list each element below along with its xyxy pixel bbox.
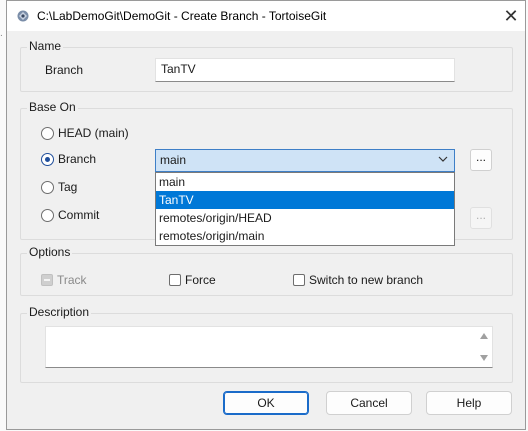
dropdown-item-tantv[interactable]: TanTV — [156, 191, 454, 209]
bg-fragment: . — [0, 28, 3, 39]
base-branch-combo[interactable]: main — [155, 149, 455, 172]
tag-radio-label: Tag — [58, 180, 78, 194]
options-group: Options — [20, 245, 513, 296]
commit-radio[interactable] — [41, 209, 54, 222]
track-label: Track — [57, 273, 87, 287]
base-on-legend: Base On — [27, 100, 78, 114]
dropdown-item-main[interactable]: main — [156, 173, 454, 191]
create-branch-dialog: C:\LabDemoGit\DemoGit - Create Branch - … — [6, 0, 526, 430]
dropdown-item-origin-main[interactable]: remotes/origin/main — [156, 227, 454, 245]
description-legend: Description — [27, 305, 92, 319]
branch-radio[interactable] — [41, 153, 54, 166]
branch-browse-button[interactable]: ... — [470, 149, 492, 171]
help-button[interactable]: Help — [426, 391, 512, 415]
close-icon[interactable]: ✕ — [497, 1, 525, 31]
options-legend: Options — [27, 245, 73, 259]
name-legend: Name — [27, 39, 64, 53]
head-radio-label: HEAD (main) — [58, 126, 129, 140]
branch-dropdown-list: main TanTV remotes/origin/HEAD remotes/o… — [155, 172, 455, 246]
description-textarea[interactable] — [45, 326, 493, 368]
force-label: Force — [185, 273, 216, 287]
force-checkbox[interactable] — [169, 274, 181, 286]
switch-branch-checkbox[interactable] — [293, 274, 305, 286]
cancel-button[interactable]: Cancel — [326, 391, 412, 415]
base-branch-combo-value: main — [160, 153, 187, 167]
commit-browse-button[interactable]: ... — [470, 207, 492, 229]
commit-radio-label: Commit — [58, 208, 100, 222]
scroll-down-icon[interactable] — [480, 355, 488, 361]
branch-name-label: Branch — [45, 63, 84, 77]
chevron-down-icon — [438, 156, 448, 162]
track-checkbox[interactable] — [41, 274, 53, 286]
tag-radio[interactable] — [41, 181, 54, 194]
head-radio[interactable] — [41, 127, 54, 140]
dropdown-item-origin-head[interactable]: remotes/origin/HEAD — [156, 209, 454, 227]
branch-radio-label: Branch — [58, 152, 97, 166]
ok-button[interactable]: OK — [223, 391, 309, 415]
scroll-up-icon[interactable] — [480, 333, 488, 339]
tortoisegit-icon — [17, 10, 29, 22]
switch-branch-label: Switch to new branch — [309, 273, 424, 287]
title-bar[interactable]: C:\LabDemoGit\DemoGit - Create Branch - … — [7, 1, 525, 31]
window-title: C:\LabDemoGit\DemoGit - Create Branch - … — [37, 9, 327, 23]
branch-name-input[interactable]: TanTV — [155, 58, 455, 82]
